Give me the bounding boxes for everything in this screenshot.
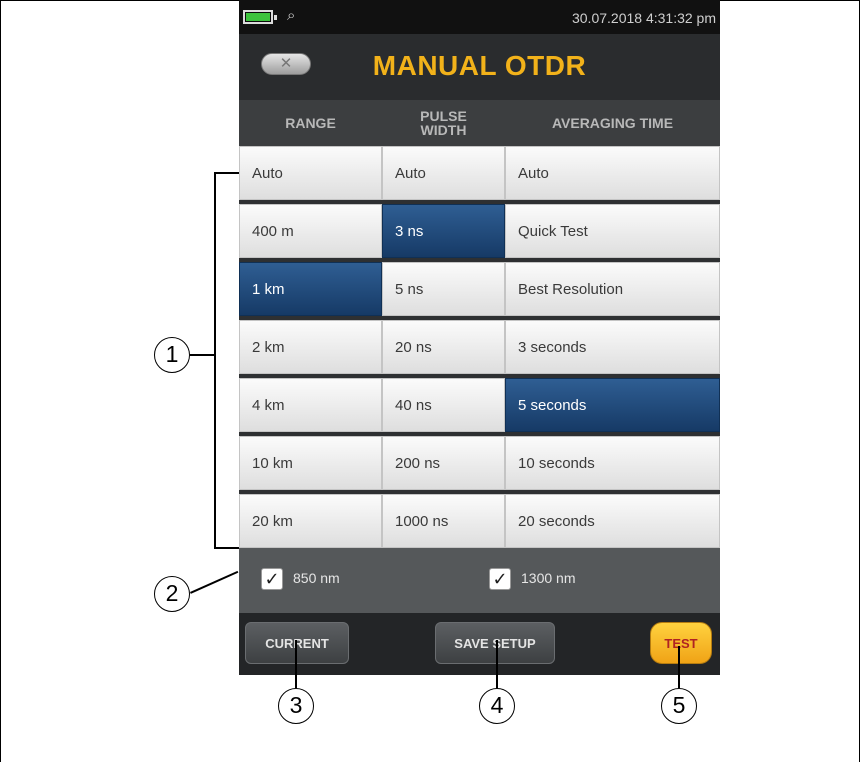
- range-option[interactable]: 10 km: [239, 436, 382, 490]
- leader-4: [496, 640, 498, 688]
- callout-4: 4: [479, 688, 515, 724]
- device-screen: ⌕ 30.07.2018 4:31:32 pm ✕ MANUAL OTDR RA…: [239, 0, 720, 675]
- range-option[interactable]: 20 km: [239, 494, 382, 548]
- wifi-icon: ⌕: [287, 7, 296, 24]
- callout-3: 3: [278, 688, 314, 724]
- bracket-top: [214, 172, 239, 174]
- wavelength-label-1300nm: 1300 nm: [521, 570, 576, 586]
- averaging-time-option[interactable]: 5 seconds: [505, 378, 720, 432]
- header-pulse-width-line2: WIDTH: [420, 122, 467, 138]
- header-averaging-time: AVERAGING TIME: [551, 115, 674, 131]
- current-button[interactable]: CURRENT: [245, 622, 349, 664]
- bracket-line: [214, 172, 216, 549]
- status-bar: ⌕ 30.07.2018 4:31:32 pm: [239, 0, 720, 34]
- range-option[interactable]: 4 km: [239, 378, 382, 432]
- pulse-width-option[interactable]: 5 ns: [382, 262, 505, 316]
- leader-5: [678, 646, 680, 688]
- page-title: MANUAL OTDR: [372, 50, 587, 81]
- pulse-width-option[interactable]: Auto: [382, 146, 505, 200]
- pulse-width-option[interactable]: 3 ns: [382, 204, 505, 258]
- leader-3: [295, 640, 297, 688]
- pulse-width-option[interactable]: 200 ns: [382, 436, 505, 490]
- battery-icon: [239, 0, 283, 34]
- save-setup-button[interactable]: SAVE SETUP: [435, 622, 555, 664]
- pulse-width-option[interactable]: 40 ns: [382, 378, 505, 432]
- callout-2: 2: [154, 576, 190, 612]
- pulse-width-option[interactable]: 1000 ns: [382, 494, 505, 548]
- averaging-time-option[interactable]: 10 seconds: [505, 436, 720, 490]
- averaging-time-option[interactable]: Quick Test: [505, 204, 720, 258]
- averaging-time-option[interactable]: 3 seconds: [505, 320, 720, 374]
- callout-5: 5: [661, 688, 697, 724]
- wavelength-label-850nm: 850 nm: [293, 570, 340, 586]
- header-range: RANGE: [285, 115, 336, 131]
- averaging-time-option[interactable]: Auto: [505, 146, 720, 200]
- test-button[interactable]: TEST: [650, 622, 712, 664]
- header-pulse-width-line1: PULSE: [420, 108, 467, 124]
- checkbox-1300nm[interactable]: ✓: [489, 568, 511, 590]
- range-option[interactable]: 2 km: [239, 320, 382, 374]
- checkmark-icon: ✓: [492, 569, 508, 589]
- checkbox-850nm[interactable]: ✓: [261, 568, 283, 590]
- bracket-bottom: [214, 547, 239, 549]
- range-option[interactable]: 400 m: [239, 204, 382, 258]
- averaging-time-option[interactable]: Best Resolution: [505, 262, 720, 316]
- averaging-time-option[interactable]: 20 seconds: [505, 494, 720, 548]
- callout-1: 1: [154, 337, 190, 373]
- settings-grid: Auto 400 m1 km 2 km 4 km 10 km 20 km Auto 3 ns…: [239, 146, 720, 548]
- range-option[interactable]: Auto: [239, 146, 382, 200]
- pulse-width-option[interactable]: 20 ns: [382, 320, 505, 374]
- header-pulse-width: PULSE WIDTH: [382, 100, 505, 146]
- column-headers: RANGE PULSE WIDTH AVERAGING TIME: [239, 100, 720, 146]
- status-datetime: 30.07.2018 4:31:32 pm: [571, 10, 716, 26]
- range-option[interactable]: 1 km: [239, 262, 382, 316]
- leader-1: [190, 354, 215, 356]
- checkmark-icon: ✓: [264, 569, 280, 589]
